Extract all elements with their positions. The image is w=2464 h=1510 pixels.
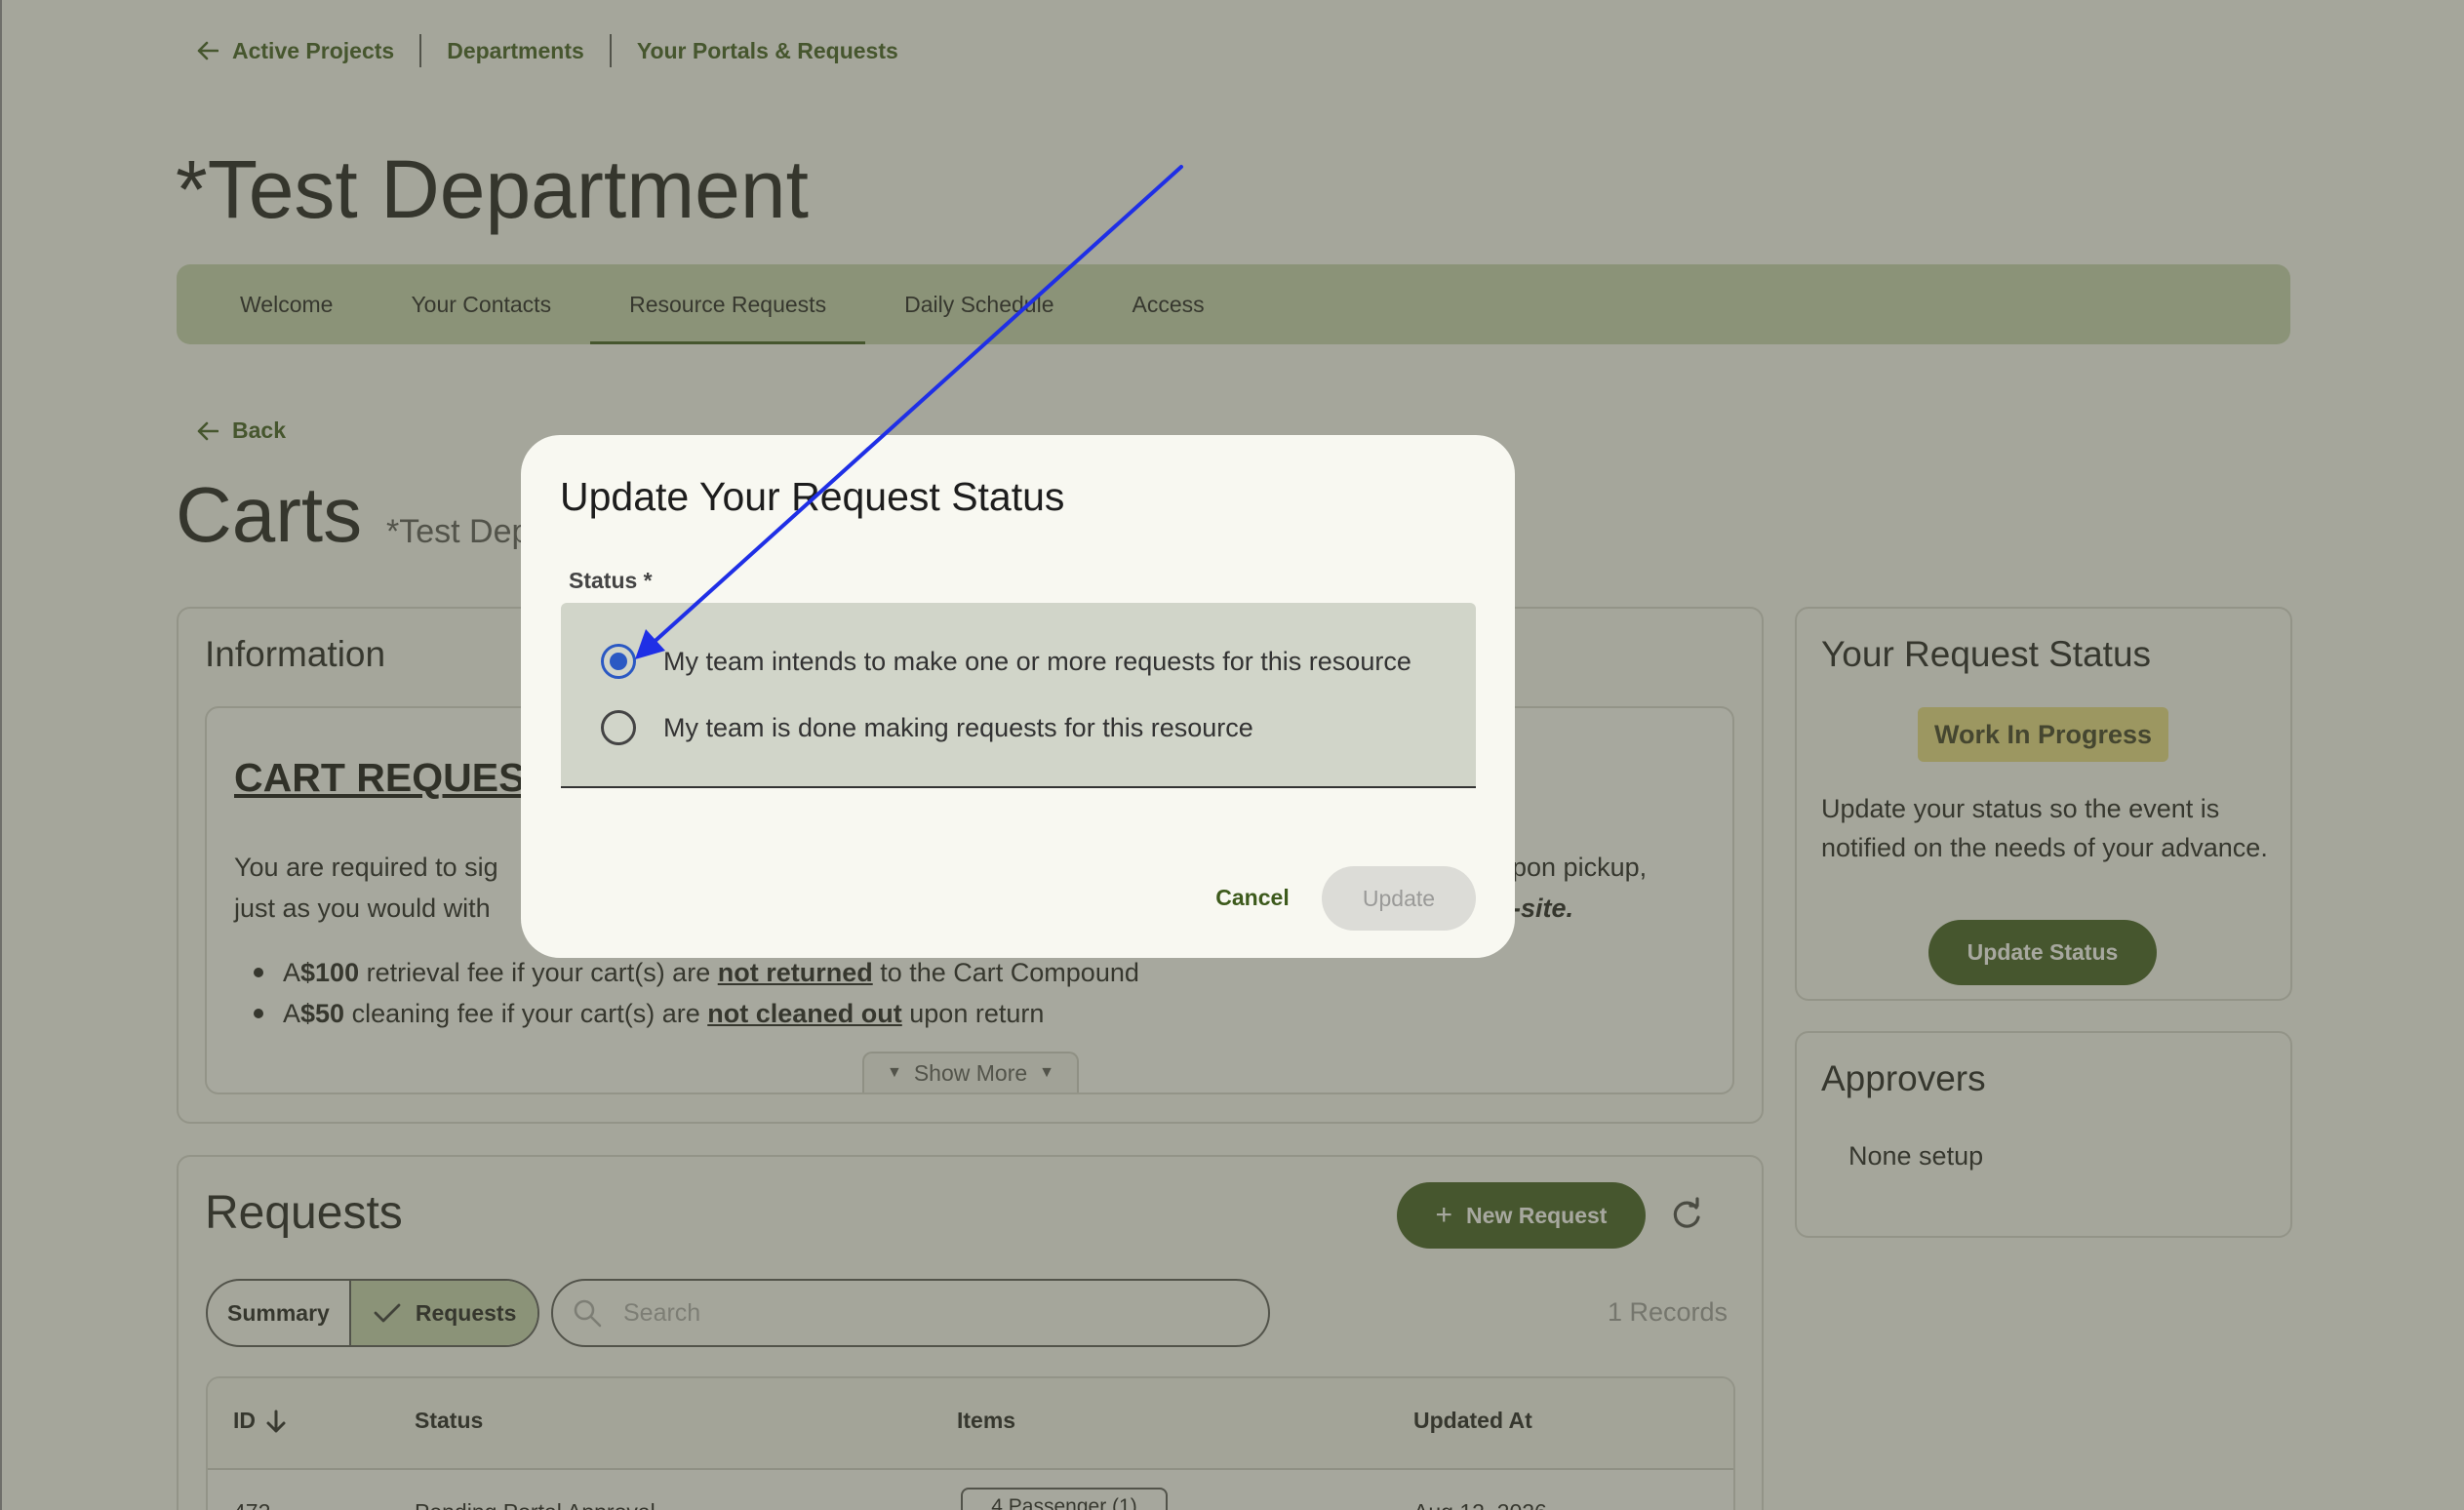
window-edge: [0, 0, 2, 1510]
status-option-done[interactable]: My team is done making requests for this…: [601, 707, 1253, 748]
radio-unchecked-icon[interactable]: [601, 710, 636, 745]
status-option-label: My team intends to make one or more requ…: [663, 646, 1411, 676]
status-option-label: My team is done making requests for this…: [663, 712, 1253, 742]
dialog-title: Update Your Request Status: [560, 474, 1065, 519]
status-radio-group: [561, 603, 1476, 788]
page: Active Projects Departments Your Portals…: [0, 0, 2464, 1510]
status-option-intends[interactable]: My team intends to make one or more requ…: [601, 641, 1411, 682]
radio-dot: [610, 653, 627, 670]
status-field-label: Status *: [569, 568, 653, 593]
radio-checked-icon[interactable]: [601, 644, 636, 679]
update-button[interactable]: Update: [1322, 866, 1476, 931]
cancel-button[interactable]: Cancel: [1196, 868, 1309, 927]
